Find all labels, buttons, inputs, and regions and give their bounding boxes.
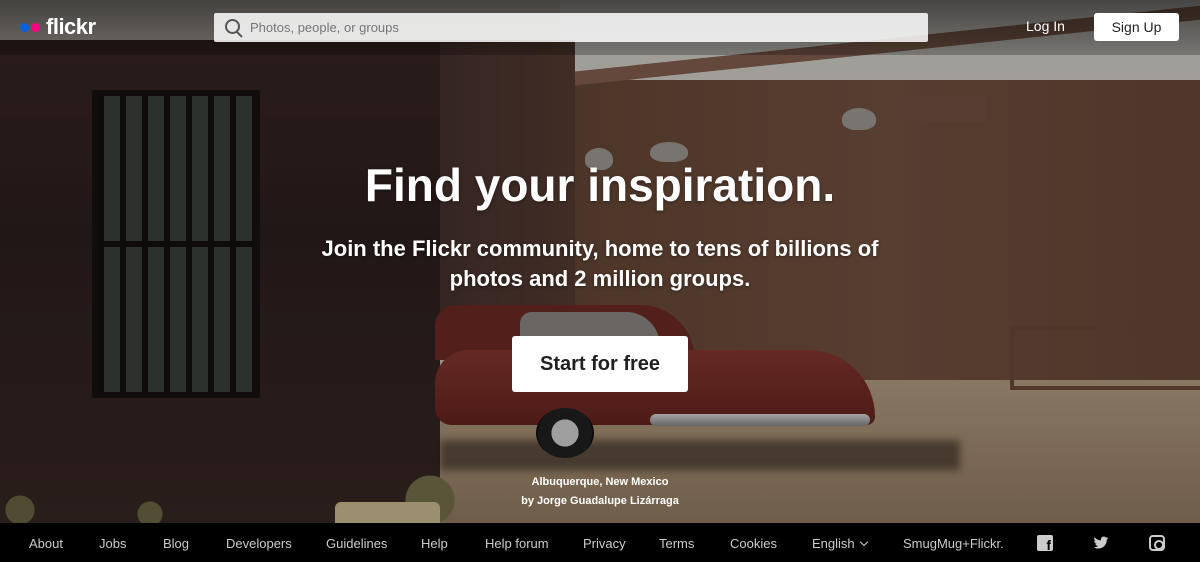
hero-subline: Join the Flickr community, home to tens …: [321, 236, 879, 291]
logo-text: flickr: [46, 14, 96, 39]
signup-button[interactable]: Sign Up: [1094, 13, 1179, 41]
login-link[interactable]: Log In: [1026, 18, 1065, 34]
search-icon[interactable]: [220, 13, 250, 42]
facebook-icon[interactable]: [1037, 535, 1053, 553]
footer-link-guidelines[interactable]: Guidelines: [326, 536, 387, 551]
footer-link-about[interactable]: About: [29, 536, 63, 551]
credit-author[interactable]: by Jorge Guadalupe Lizárraga: [480, 492, 720, 511]
footer-link-developers[interactable]: Developers: [226, 536, 292, 551]
search-input[interactable]: [250, 13, 910, 42]
footer-link-help[interactable]: Help: [421, 536, 448, 551]
logo-pink-dot: [31, 22, 40, 32]
footer-link-jobs[interactable]: Jobs: [99, 536, 126, 551]
photo-credit: Albuquerque, New Mexico by Jorge Guadalu…: [480, 473, 720, 511]
logo-dots: [20, 22, 40, 32]
chevron-down-icon: [859, 537, 868, 547]
footer-link-privacy[interactable]: Privacy: [583, 536, 626, 551]
footer-link-terms[interactable]: Terms: [659, 536, 694, 551]
footer: About Jobs Blog Developers Guidelines He…: [0, 523, 1200, 562]
logo-blue-dot: [20, 22, 29, 32]
search-bar: [214, 13, 928, 42]
hero-headline: Find your inspiration.: [364, 159, 836, 211]
footer-link-smugmug[interactable]: SmugMug+Flickr.: [903, 536, 1004, 551]
language-selector[interactable]: English: [812, 536, 868, 551]
start-free-button[interactable]: Start for free: [512, 336, 688, 392]
top-header: flickr Log In Sign Up: [0, 0, 1200, 55]
footer-link-cookies[interactable]: Cookies: [730, 536, 777, 551]
footer-link-help-forum[interactable]: Help forum: [485, 536, 549, 551]
credit-location[interactable]: Albuquerque, New Mexico: [480, 473, 720, 492]
language-label: English: [812, 536, 855, 551]
flickr-logo[interactable]: flickr: [20, 13, 96, 41]
footer-link-blog[interactable]: Blog: [163, 536, 189, 551]
twitter-icon[interactable]: [1093, 535, 1109, 551]
instagram-icon[interactable]: [1149, 535, 1165, 551]
